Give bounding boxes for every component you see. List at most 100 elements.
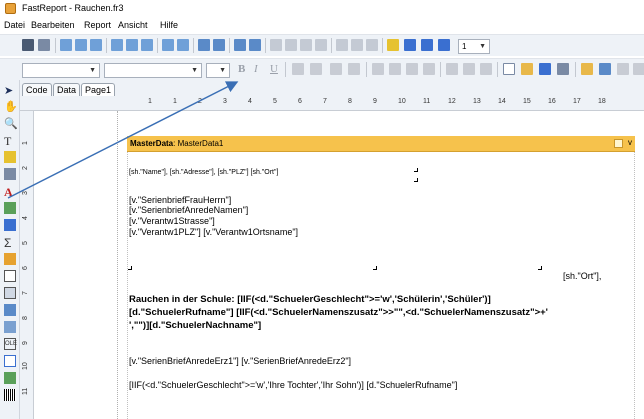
align-middle-icon[interactable] xyxy=(126,39,138,51)
salutation-line[interactable]: [v."SerienBriefAnredeErz1"] [v."SerienBr… xyxy=(129,356,351,366)
subject-line-2[interactable]: [d."SchuelerRufname"] [IIF(<d."SchuelerN… xyxy=(129,307,548,318)
text-object-icon[interactable]: A xyxy=(4,185,16,199)
space-horizontal-icon[interactable] xyxy=(162,39,174,51)
cross-tab-icon[interactable] xyxy=(4,372,16,384)
subject-line-3[interactable]: ',"")][d."SchuelerNachname"] xyxy=(129,320,261,331)
chevron-down-icon: ▼ xyxy=(219,67,226,74)
body-line[interactable]: [IIF(<d."SchuelerGeschlecht">='w','Ihre … xyxy=(129,380,457,390)
picture-icon[interactable] xyxy=(4,202,16,214)
barcode-icon[interactable] xyxy=(4,389,16,401)
align-left-icon[interactable] xyxy=(60,39,72,51)
align-center-icon[interactable] xyxy=(75,39,87,51)
line-width-dropdown[interactable]: 1 ▼ xyxy=(458,39,490,54)
open-folder-icon[interactable] xyxy=(521,63,533,75)
underline-button[interactable]: U xyxy=(270,63,278,75)
menu-datei[interactable]: Datei xyxy=(4,20,25,30)
frame-all-icon[interactable] xyxy=(270,39,282,51)
save-icon[interactable] xyxy=(539,63,551,75)
line-icon[interactable] xyxy=(4,321,16,333)
subject-line-1[interactable]: Rauchen in der Schule: [IIF(<d."Schueler… xyxy=(129,294,491,305)
center-vertical-icon[interactable] xyxy=(213,39,225,51)
ruler-mark: 5 xyxy=(273,98,277,105)
sum-icon[interactable]: Σ xyxy=(4,236,16,250)
same-height-icon[interactable] xyxy=(249,39,261,51)
text-justify-icon[interactable] xyxy=(423,63,435,75)
bold-button[interactable]: B xyxy=(238,63,245,75)
align-right-icon[interactable] xyxy=(90,39,102,51)
chevron-down-icon[interactable]: v xyxy=(628,138,632,147)
zoom-icon[interactable]: 🔍 xyxy=(4,117,18,130)
report-page[interactable]: MasterData: MasterData1 v [sh."Name"], [… xyxy=(117,111,644,419)
frame-style-icon[interactable] xyxy=(421,39,433,51)
new-dialog-icon[interactable] xyxy=(599,63,611,75)
shadow-icon[interactable] xyxy=(366,39,378,51)
font-size-dropdown[interactable]: ▼ xyxy=(206,63,230,78)
style-dropdown[interactable]: ▼ xyxy=(22,63,100,78)
font-color-icon[interactable] xyxy=(310,63,322,75)
delete-page-icon[interactable] xyxy=(617,63,629,75)
fit-grid-icon[interactable] xyxy=(38,39,50,51)
toolbar-align: 1 ▼ xyxy=(0,34,644,56)
place-field[interactable]: [sh."Ort"], xyxy=(563,271,601,281)
font-name-dropdown[interactable]: ▼ xyxy=(104,63,202,78)
highlight-icon[interactable] xyxy=(292,63,304,75)
new-page-icon[interactable] xyxy=(581,63,593,75)
frame-bottom-icon[interactable] xyxy=(300,39,312,51)
text-align-right-icon[interactable] xyxy=(406,63,418,75)
checkbox-icon[interactable] xyxy=(4,270,16,282)
select-arrow-icon[interactable]: ➤ xyxy=(4,84,16,97)
page-settings-icon[interactable] xyxy=(633,63,644,75)
masterdata-band-header[interactable]: MasterData: MasterData1 v xyxy=(127,136,635,152)
same-width-icon[interactable] xyxy=(234,39,246,51)
center-horizontal-icon[interactable] xyxy=(198,39,210,51)
ruler-mark: 7 xyxy=(22,291,29,295)
frame-left-icon[interactable] xyxy=(315,39,327,51)
text-align-center-icon[interactable] xyxy=(389,63,401,75)
text-align-left-icon[interactable] xyxy=(372,63,384,75)
band-properties-icon[interactable] xyxy=(614,139,623,148)
align-bottom-icon[interactable] xyxy=(141,39,153,51)
tab-data[interactable]: Data xyxy=(53,83,81,96)
ruler-mark: 18 xyxy=(598,98,606,105)
italic-button[interactable]: I xyxy=(254,63,258,75)
recipient-line-4[interactable]: [v."Verantw1PLZ"] [v."Verantw1Ortsname"] xyxy=(129,227,298,237)
frame-right-icon[interactable] xyxy=(336,39,348,51)
text-edit-icon[interactable]: T xyxy=(4,134,16,148)
tab-code[interactable]: Code xyxy=(22,83,52,96)
frame-width-icon[interactable] xyxy=(438,39,450,51)
subreport-icon[interactable] xyxy=(4,219,16,231)
chart-icon[interactable] xyxy=(4,253,16,265)
memo-icon[interactable] xyxy=(4,287,16,299)
valign-top-icon[interactable] xyxy=(446,63,458,75)
menu-bearbeiten[interactable]: Bearbeiten xyxy=(31,20,75,30)
fill-color-icon[interactable] xyxy=(387,39,399,51)
insert-band-icon[interactable] xyxy=(4,168,16,180)
recipient-line-1[interactable]: [v."SerienbriefFrauHerrn"] xyxy=(129,195,231,205)
frame-color-icon[interactable] xyxy=(404,39,416,51)
rotation-icon[interactable] xyxy=(348,63,360,75)
rich-text-icon[interactable] xyxy=(4,355,16,367)
valign-middle-icon[interactable] xyxy=(463,63,475,75)
design-canvas[interactable]: MasterData: MasterData1 v [sh."Name"], [… xyxy=(34,111,644,419)
no-frame-icon[interactable] xyxy=(351,39,363,51)
menu-ansicht[interactable]: Ansicht xyxy=(118,20,148,30)
shape-icon[interactable] xyxy=(4,304,16,316)
align-top-icon[interactable] xyxy=(111,39,123,51)
address-line[interactable]: [sh."Name"], [sh."Adresse"], [sh."PLZ"] … xyxy=(129,169,278,176)
menu-report[interactable]: Report xyxy=(84,20,111,30)
recipient-line-2[interactable]: [v."SerienbriefAnredeNamen"] xyxy=(129,205,248,215)
hand-icon[interactable]: ✋ xyxy=(4,100,18,113)
space-vertical-icon[interactable] xyxy=(177,39,189,51)
new-report-icon[interactable] xyxy=(503,63,515,75)
recipient-line-3[interactable]: [v."Verantw1Strasse"] xyxy=(129,216,215,226)
tab-page1[interactable]: Page1 xyxy=(81,83,116,96)
format-painter-icon[interactable] xyxy=(4,151,16,163)
text-fill-icon[interactable] xyxy=(330,63,342,75)
grid-icon[interactable] xyxy=(22,39,34,51)
menu-hilfe[interactable]: Hilfe xyxy=(160,20,178,30)
frame-top-icon[interactable] xyxy=(285,39,297,51)
valign-bottom-icon[interactable] xyxy=(480,63,492,75)
masterdata-band-body[interactable]: [sh."Name"], [sh."Adresse"], [sh."PLZ"] … xyxy=(127,152,635,419)
ole-icon[interactable]: OLE xyxy=(4,338,17,350)
preview-icon[interactable] xyxy=(557,63,569,75)
